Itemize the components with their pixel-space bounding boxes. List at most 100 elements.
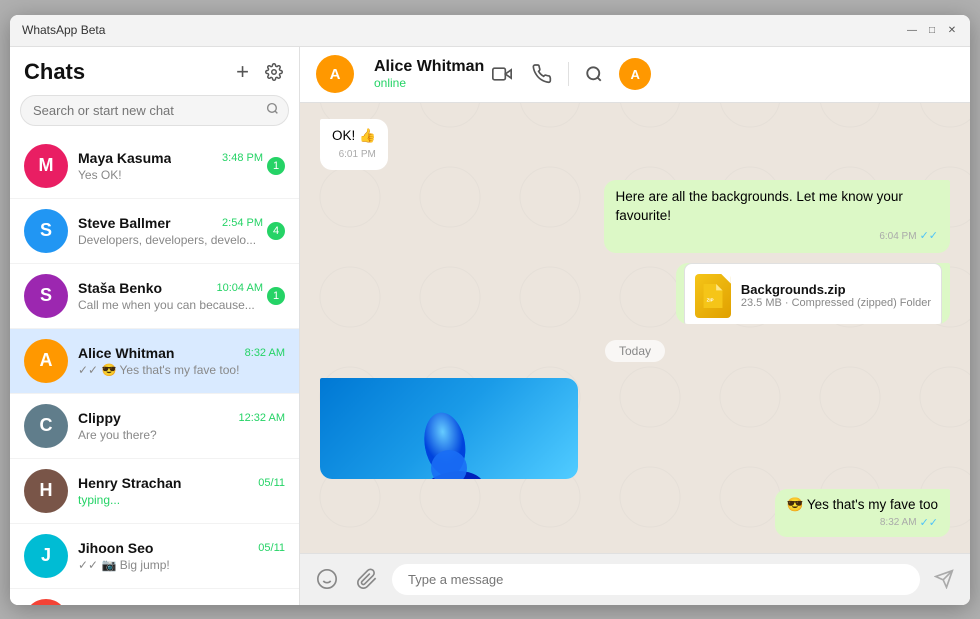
chat-preview: Developers, developers, develo... xyxy=(78,233,263,247)
chat-list-item[interactable]: M Maya Kasuma 3:48 PM Yes OK! 1 xyxy=(10,134,299,199)
chat-time: 12:32 AM xyxy=(239,412,285,424)
chat-preview: typing... xyxy=(78,493,285,507)
app-title: WhatsApp Beta xyxy=(22,23,906,37)
chat-input-area xyxy=(300,553,970,605)
chat-info: Maya Kasuma 3:48 PM Yes OK! xyxy=(78,150,263,182)
video-call-button[interactable] xyxy=(484,58,520,90)
app-window: WhatsApp Beta — □ ✕ Chats + xyxy=(10,15,970,605)
file-type-icon: ZIP xyxy=(695,274,731,318)
file-size: 23.5 MB · Compressed (zipped) Folder xyxy=(741,297,931,309)
message-image: This is beautiful! 8:15 AM xyxy=(320,378,578,479)
message-outgoing-fave: 😎 Yes that's my fave too 8:32 AM ✓✓ xyxy=(775,489,950,537)
message-meta: 8:32 AM ✓✓ xyxy=(787,516,938,529)
chat-list-item[interactable]: BBig Bakes Club05/11Rebecca: Yum! Is it … xyxy=(10,589,299,605)
chat-info: Jihoon Seo 05/11 ✓✓ 📷 Big jump! xyxy=(78,540,285,572)
date-divider: Today xyxy=(605,340,665,362)
chat-list: M Maya Kasuma 3:48 PM Yes OK! 1 S Steve Ballme… xyxy=(10,134,299,605)
user-avatar: A xyxy=(619,58,651,90)
file-name: Backgrounds.zip xyxy=(741,282,931,297)
message-text: Here are all the backgrounds. Let me kno… xyxy=(616,189,903,223)
read-receipt-icon: ✓✓ xyxy=(920,229,938,244)
chat-info: Clippy 12:32 AM Are you there? xyxy=(78,410,285,442)
image-preview xyxy=(320,378,578,479)
chat-info: Alice Whitman 8:32 AM ✓✓ 😎 Yes that's my f… xyxy=(78,345,285,377)
app-body: Chats + xyxy=(10,47,970,605)
chat-name: Clippy xyxy=(78,410,121,426)
window-controls: — □ ✕ xyxy=(906,24,958,36)
sidebar-title: Chats xyxy=(24,59,85,85)
chat-header-left: A Alice Whitman online xyxy=(316,55,484,93)
minimize-button[interactable]: — xyxy=(906,24,918,36)
message-input[interactable] xyxy=(392,564,920,595)
sidebar-header: Chats + xyxy=(10,47,299,95)
chat-time: 10:04 AM xyxy=(217,282,263,294)
emoji-button[interactable] xyxy=(312,564,342,594)
file-attachment: ZIP Backgrounds.zip 23.5 MB · Compressed… xyxy=(684,263,942,324)
send-button[interactable] xyxy=(930,565,958,593)
title-bar: WhatsApp Beta — □ ✕ xyxy=(10,15,970,47)
sidebar-header-icons: + xyxy=(234,57,285,87)
search-chat-button[interactable] xyxy=(577,59,611,89)
chat-list-item[interactable]: C Clippy 12:32 AM Are you there? xyxy=(10,394,299,459)
unread-badge: 1 xyxy=(267,157,285,175)
search-input[interactable] xyxy=(20,95,289,126)
svg-text:ZIP: ZIP xyxy=(707,297,714,302)
close-button[interactable]: ✕ xyxy=(946,24,958,36)
chat-preview: Yes OK! xyxy=(78,168,263,182)
chat-avatar: A xyxy=(24,339,68,383)
chat-preview: ✓✓ 📷 Big jump! xyxy=(78,558,285,572)
attach-button[interactable] xyxy=(352,564,382,594)
sidebar: Chats + xyxy=(10,47,300,605)
new-chat-button[interactable]: + xyxy=(234,57,251,87)
chat-name: Staša Benko xyxy=(78,280,162,296)
contact-name: Alice Whitman xyxy=(374,58,484,76)
message-meta: 6:04 PM ✓✓ xyxy=(616,229,939,244)
message-meta: 6:01 PM xyxy=(332,148,376,162)
settings-button[interactable] xyxy=(263,61,285,83)
message-text: OK! 👍 xyxy=(332,128,376,143)
chat-header-actions: A xyxy=(484,58,661,90)
messages-area: OK! 👍 6:01 PM Here are all the backgroun… xyxy=(300,103,970,553)
chat-avatar: S xyxy=(24,274,68,318)
chat-avatar: J xyxy=(24,534,68,578)
chat-list-item[interactable]: J Jihoon Seo 05/11 ✓✓ 📷 Big jump! xyxy=(10,524,299,589)
chat-name: Maya Kasuma xyxy=(78,150,171,166)
unread-badge: 1 xyxy=(267,287,285,305)
chat-header-info: Alice Whitman online xyxy=(374,58,484,90)
chat-avatar: H xyxy=(24,469,68,513)
chat-avatar: C xyxy=(24,404,68,448)
chat-avatar: M xyxy=(24,144,68,188)
chat-preview: Are you there? xyxy=(78,428,285,442)
contact-status: online xyxy=(374,76,484,90)
message-text: 😎 Yes that's my fave too xyxy=(787,497,938,512)
chat-list-item[interactable]: SStaša Benko10:04 AMCall me when you can… xyxy=(10,264,299,329)
file-info: Backgrounds.zip 23.5 MB · Compressed (zi… xyxy=(741,282,931,309)
header-divider xyxy=(568,62,569,86)
chat-avatar: B xyxy=(24,599,68,605)
chat-name: Jihoon Seo xyxy=(78,540,153,556)
chat-info: Steve Ballmer 2:54 PM Developers, develope… xyxy=(78,215,263,247)
chat-time: 05/11 xyxy=(258,542,285,554)
message-outgoing-1: Here are all the backgrounds. Let me kno… xyxy=(604,180,951,252)
chat-header: A Alice Whitman online xyxy=(300,47,970,103)
chat-list-item[interactable]: H Henry Strachan 05/11 typing... xyxy=(10,459,299,524)
chat-info: Staša Benko10:04 AMCall me when you can … xyxy=(78,280,263,312)
chat-main: A Alice Whitman online xyxy=(300,47,970,605)
unread-badge: 4 xyxy=(267,222,285,240)
chat-list-item[interactable]: S Steve Ballmer 2:54 PM Developers, develop… xyxy=(10,199,299,264)
maximize-button[interactable]: □ xyxy=(926,24,938,36)
phone-call-button[interactable] xyxy=(524,58,560,90)
chat-time: 8:32 AM xyxy=(245,347,285,359)
chat-time: 2:54 PM xyxy=(222,217,263,229)
chat-name: Alice Whitman xyxy=(78,345,174,361)
chat-name: Henry Strachan xyxy=(78,475,181,491)
chat-name: Steve Ballmer xyxy=(78,215,171,231)
chat-list-item[interactable]: A Alice Whitman 8:32 AM ✓✓ 😎 Yes that's my … xyxy=(10,329,299,394)
read-receipt-icon: ✓✓ xyxy=(920,516,938,529)
chat-time: 05/11 xyxy=(258,477,285,489)
chat-time: 3:48 PM xyxy=(222,152,263,164)
chat-avatar: S xyxy=(24,209,68,253)
message-incoming-1: OK! 👍 6:01 PM xyxy=(320,119,388,171)
message-file: ZIP Backgrounds.zip 23.5 MB · Compressed… xyxy=(676,263,950,324)
chat-preview: ✓✓ 😎 Yes that's my fave too! xyxy=(78,363,285,377)
